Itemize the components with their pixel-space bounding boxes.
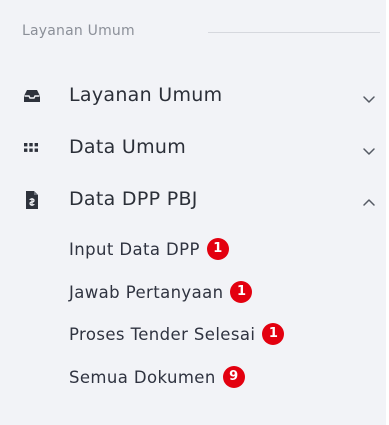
section-divider [208, 32, 380, 33]
count-badge: 1 [262, 323, 285, 345]
document-icon [22, 190, 42, 210]
submenu-item-label: Jawab Pertanyaan [69, 282, 224, 302]
section-header: Layanan Umum [22, 20, 382, 44]
count-badge: 1 [206, 238, 229, 260]
submenu-item-label: Proses Tender Selesai [69, 324, 256, 344]
menu-item-label: Layanan Umum [69, 84, 223, 106]
grid-dots-icon [22, 138, 42, 158]
inbox-icon [22, 86, 42, 106]
submenu-item-label: Input Data DPP [69, 239, 200, 259]
menu-item-layanan-umum[interactable]: Layanan Umum [0, 76, 386, 116]
submenu-item-jawab-pertanyaan[interactable]: Jawab Pertanyaan 1 [69, 279, 253, 305]
menu-item-label: Data DPP PBJ [69, 188, 198, 210]
sidebar: Layanan Umum Layanan Umum Data Umum Data… [0, 0, 386, 425]
menu-item-data-umum[interactable]: Data Umum [0, 128, 386, 168]
submenu-item-label: Semua Dokumen [69, 367, 216, 387]
count-badge: 9 [222, 366, 245, 388]
chevron-down-icon[interactable] [362, 142, 376, 155]
submenu-item-semua-dokumen[interactable]: Semua Dokumen 9 [69, 364, 245, 390]
menu-item-label: Data Umum [69, 136, 187, 158]
section-title: Layanan Umum [22, 23, 135, 39]
chevron-down-icon[interactable] [362, 90, 376, 103]
count-badge: 1 [230, 281, 253, 303]
submenu-item-input-data-dpp[interactable]: Input Data DPP 1 [69, 236, 229, 262]
submenu-item-proses-tender-selesai[interactable]: Proses Tender Selesai 1 [69, 321, 285, 347]
menu-item-data-dpp-pbj[interactable]: Data DPP PBJ [0, 180, 386, 220]
chevron-up-icon[interactable] [362, 194, 376, 206]
